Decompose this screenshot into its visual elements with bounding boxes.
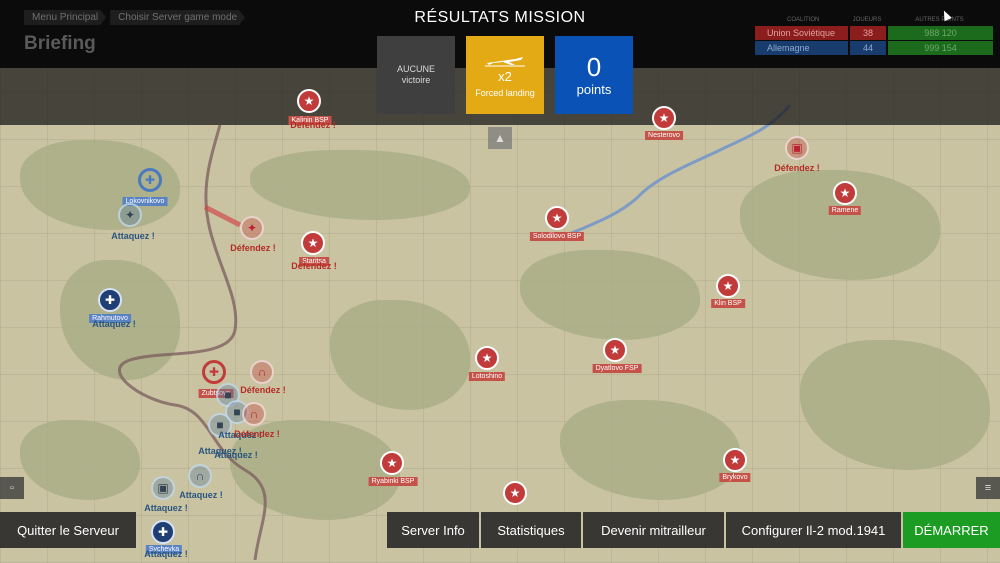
victory-label: victoire (401, 75, 431, 85)
star-icon[interactable]: ★ (503, 481, 527, 505)
target-icon[interactable]: ✚ (202, 360, 226, 384)
statistics-button[interactable]: Statistiques (481, 512, 581, 548)
star-icon[interactable]: ★ (833, 181, 857, 205)
score-header-coalition: COALITION (787, 17, 820, 23)
task-label: Défendez ! (234, 429, 280, 439)
score-points: 988 120 (888, 26, 993, 40)
start-button[interactable]: DÉMARRER (903, 512, 1000, 548)
score-row-soviet: Union Soviétique 38 988 120 (755, 26, 993, 40)
target-icon[interactable]: ✚ (138, 168, 162, 192)
star-icon[interactable]: ★ (297, 89, 321, 113)
star-icon[interactable]: ★ (716, 274, 740, 298)
place-label: Ryabinki BSP (368, 477, 418, 486)
place-label: Nesterovo (645, 131, 683, 140)
configure-aircraft-button[interactable]: Configurer Il-2 mod.1941 (726, 512, 901, 548)
task-label: Attaquez ! (92, 319, 136, 329)
cross-icon[interactable]: ✚ (98, 288, 122, 312)
score-players: 38 (850, 26, 886, 40)
points-value: 0 (586, 51, 602, 82)
score-header: COALITION JOUEURS AUTRES POINTS (755, 14, 993, 26)
place-label: Ramene (828, 206, 862, 215)
task-label: Défendez ! (290, 120, 336, 130)
place-label: Klin BSP (711, 299, 745, 308)
score-row-german: Allemagne 44 999 154 (755, 41, 993, 55)
star-icon[interactable]: ★ (545, 206, 569, 230)
task-label: Attaquez ! (214, 450, 258, 460)
quit-server-button[interactable]: Quitter le Serveur (0, 512, 136, 548)
star-icon[interactable]: ★ (603, 338, 627, 362)
coalition-score-table: COALITION JOUEURS AUTRES POINTS Union So… (755, 14, 993, 56)
place-label: Solodilovo BSP (529, 232, 585, 241)
task-label: Défendez ! (240, 385, 286, 395)
place-label: Brykovo (719, 473, 751, 482)
star-icon[interactable]: ★ (301, 231, 325, 255)
bridge-icon[interactable]: ∩ (188, 464, 212, 488)
task-label: Attaquez ! (179, 490, 223, 500)
star-icon[interactable]: ★ (652, 106, 676, 130)
page-title: Briefing (24, 33, 96, 54)
score-header-players: JOUEURS (852, 17, 882, 23)
airfield-icon[interactable]: ✦ (240, 216, 264, 240)
landing-multiplier: x2 (498, 68, 512, 84)
star-icon[interactable]: ★ (380, 451, 404, 475)
plane-icon (485, 56, 525, 66)
bridge-icon[interactable]: ∩ (250, 360, 274, 384)
task-label: Défendez ! (774, 163, 820, 173)
task-label: Attaquez ! (111, 231, 155, 241)
score-team: Union Soviétique (755, 26, 848, 40)
attack-arrow (203, 204, 242, 228)
task-label: Attaquez ! (144, 549, 188, 559)
cross-icon[interactable]: ✚ (151, 520, 175, 544)
score-players: 44 (850, 41, 886, 55)
landing-tile: x2 Forced landing (466, 36, 544, 114)
log-icon[interactable]: ≡ (976, 477, 1000, 499)
task-label: Défendez ! (230, 243, 276, 253)
star-icon[interactable]: ★ (475, 346, 499, 370)
points-tile: 0 points (555, 36, 633, 114)
victory-value: AUCUNE (396, 64, 435, 74)
task-label: Défendez ! (291, 261, 337, 271)
victory-tile: AUCUNE victoire (377, 36, 455, 114)
points-label: points (576, 81, 612, 97)
become-gunner-button[interactable]: Devenir mitrailleur (583, 512, 724, 548)
star-icon[interactable]: ★ (723, 448, 747, 472)
airfield-icon[interactable]: ✦ (118, 203, 142, 227)
task-label: Attaquez ! (144, 503, 188, 513)
score-header-points: AUTRES POINTS (915, 17, 964, 23)
score-team: Allemagne (755, 41, 848, 55)
landing-label: Forced landing (475, 87, 535, 98)
chevron-up-icon[interactable]: ▲ (488, 127, 512, 149)
server-info-button[interactable]: Server Info (387, 512, 479, 548)
chat-icon[interactable]: ▫ (0, 477, 24, 499)
score-points: 999 154 (888, 41, 993, 55)
factory-icon[interactable]: ▣ (785, 136, 809, 160)
bridge-icon[interactable]: ∩ (242, 402, 266, 426)
place-label: Dyatlovo FSP (592, 364, 642, 373)
factory-icon[interactable]: ▣ (151, 476, 175, 500)
place-label: Lotoshino (468, 372, 506, 381)
